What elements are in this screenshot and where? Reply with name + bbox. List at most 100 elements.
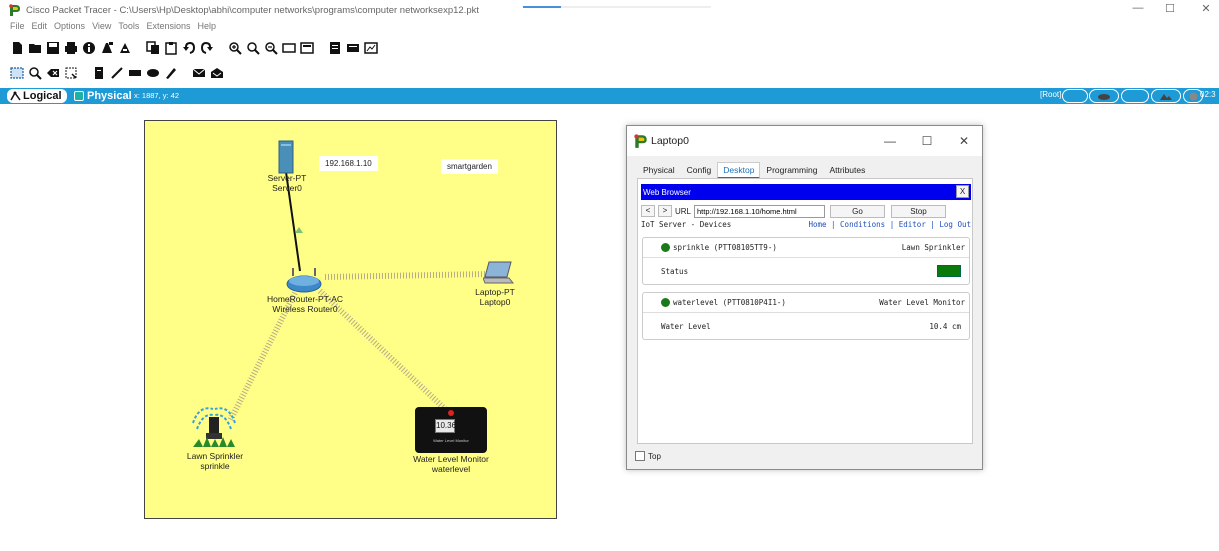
viewport-map-pill[interactable] (1151, 89, 1181, 103)
menu-file[interactable]: File (10, 21, 25, 35)
menu-options[interactable]: Options (54, 21, 85, 35)
ipc-icon[interactable] (346, 41, 360, 55)
laptop-name: Laptop0 (479, 297, 511, 307)
laptop-maximize-button[interactable]: ☐ (920, 134, 934, 148)
top-checkbox[interactable] (635, 451, 645, 461)
note-project-name[interactable]: smartgarden (441, 159, 498, 174)
web-browser-close-button[interactable]: X (956, 185, 969, 198)
sprinkler-name: sprinkle (200, 461, 230, 471)
select-icon[interactable] (10, 66, 24, 80)
info-icon[interactable] (82, 41, 96, 55)
save-icon[interactable] (46, 41, 60, 55)
property-label: Water Level (661, 321, 711, 331)
server-icon[interactable] (278, 140, 294, 174)
device-card-sprinkle[interactable]: sprinkle (PTT08105TT9-) Lawn Sprinkler S… (642, 237, 970, 285)
desktop-panel: Web Browser X < > URL Go Stop IoT Server… (637, 178, 973, 444)
forward-button[interactable]: > (658, 205, 672, 217)
copy-icon[interactable] (146, 41, 160, 55)
zoom-in-icon[interactable] (228, 41, 242, 55)
device-card-header[interactable]: sprinkle (PTT08105TT9-) Lawn Sprinkler (643, 238, 969, 258)
physical-tab[interactable]: Physical (70, 89, 136, 103)
draw-line-icon[interactable] (110, 66, 124, 80)
maximize-button[interactable]: ☐ (1160, 2, 1180, 18)
note-ip-address[interactable]: 192.168.1.10 (319, 156, 378, 171)
zoom-reset-icon[interactable] (246, 41, 260, 55)
url-input[interactable] (694, 204, 826, 218)
top-checkbox-row[interactable]: Top (635, 451, 661, 461)
wireless-router-icon[interactable] (285, 266, 323, 294)
go-button[interactable]: Go (830, 204, 886, 218)
laptop-icon[interactable] (483, 261, 515, 285)
main-toolbar (10, 37, 378, 59)
undo-icon[interactable] (182, 41, 196, 55)
menu-tools[interactable]: Tools (118, 21, 139, 35)
server-name: Server0 (272, 183, 302, 193)
laptop-window-titlebar[interactable]: Laptop0 — ☐ ✕ (627, 126, 982, 156)
redo-icon[interactable] (200, 41, 214, 55)
draw-rectangle-icon[interactable] (128, 66, 142, 80)
top-checkbox-label: Top (648, 451, 661, 461)
activity-wizard-icon[interactable] (118, 41, 132, 55)
draw-ellipse-icon[interactable] (146, 66, 160, 80)
device-status-dot (661, 298, 670, 307)
iot-nav-links[interactable]: Home | Conditions | Editor | Log Out (808, 220, 971, 229)
logical-workspace-area[interactable]: Server-PT Server0 192.168.1.10 smartgard… (144, 120, 557, 519)
tab-physical[interactable]: Physical (637, 162, 681, 179)
menu-edit[interactable]: Edit (32, 21, 48, 35)
lawn-sprinkler-icon[interactable] (189, 403, 239, 449)
custom-devices-icon[interactable] (300, 41, 314, 55)
resize-icon[interactable] (64, 66, 78, 80)
device-card-header[interactable]: waterlevel (PTT0810P4I1-) Water Level Mo… (643, 293, 969, 313)
close-button[interactable]: ✕ (1196, 2, 1216, 18)
laptop-close-button[interactable]: ✕ (957, 134, 971, 148)
tab-config[interactable]: Config (681, 162, 718, 179)
window-title: Cisco Packet Tracer - C:\Users\Hp\Deskto… (26, 4, 480, 16)
device-card-waterlevel[interactable]: waterlevel (PTT0810P4I1-) Water Level Mo… (642, 292, 970, 340)
freeform-icon[interactable] (164, 66, 178, 80)
simple-pdu-icon[interactable] (192, 66, 206, 80)
place-note-icon[interactable] (92, 66, 106, 80)
set-tiled-background-pill[interactable] (1121, 89, 1149, 103)
simulation-time: 02:3 (1200, 90, 1216, 99)
workspace-bar: Logical Physical x: 1887, y: 42 [Root] 0… (0, 88, 1219, 104)
web-browser-header: Web Browser X (641, 184, 971, 200)
drawing-palette-icon[interactable] (282, 41, 296, 55)
back-button[interactable]: < (641, 205, 655, 217)
complex-pdu-icon[interactable] (210, 66, 224, 80)
print-icon[interactable] (64, 41, 78, 55)
water-level-monitor-icon[interactable]: 10.36 Water Level Monitor (415, 407, 487, 453)
server-label: Server-PT Server0 (257, 173, 317, 193)
device-tabs: Physical Config Desktop Programming Attr… (637, 162, 871, 179)
zoom-out-icon[interactable] (264, 41, 278, 55)
water-monitor-name: waterlevel (431, 464, 471, 474)
sprinkler-label: Lawn Sprinkler sprinkle (175, 451, 255, 471)
inspect-icon[interactable] (28, 66, 42, 80)
cluster-pill[interactable] (1089, 89, 1119, 103)
tab-desktop[interactable]: Desktop (717, 162, 761, 179)
logical-icon (10, 91, 21, 101)
laptop-minimize-button[interactable]: — (883, 134, 897, 148)
device-type: Water Level Monitor (879, 298, 965, 307)
stop-button[interactable]: Stop (891, 204, 947, 218)
open-folder-icon[interactable] (28, 41, 42, 55)
logical-tab[interactable]: Logical (7, 89, 67, 103)
sprinkler-status-indicator[interactable] (937, 265, 961, 277)
device-property-row: Water Level 10.4 cm (643, 313, 969, 339)
minimize-button[interactable]: — (1128, 2, 1148, 18)
tab-attributes[interactable]: Attributes (823, 162, 871, 179)
property-label: Status (661, 266, 689, 276)
notes-icon[interactable] (328, 41, 342, 55)
delete-icon[interactable] (46, 66, 60, 80)
tab-programming[interactable]: Programming (760, 162, 823, 179)
network-wizard-icon[interactable] (100, 41, 114, 55)
root-navigation[interactable]: [Root] (1040, 90, 1061, 99)
menu-extensions[interactable]: Extensions (146, 21, 190, 35)
menu-help[interactable]: Help (197, 21, 216, 35)
edit-toolbar (10, 63, 224, 83)
new-file-icon[interactable] (10, 41, 24, 55)
menu-view[interactable]: View (92, 21, 111, 35)
viewport-pill[interactable] (1062, 89, 1088, 103)
view-icon[interactable] (364, 41, 378, 55)
packet-tracer-icon (634, 134, 647, 148)
paste-icon[interactable] (164, 41, 178, 55)
